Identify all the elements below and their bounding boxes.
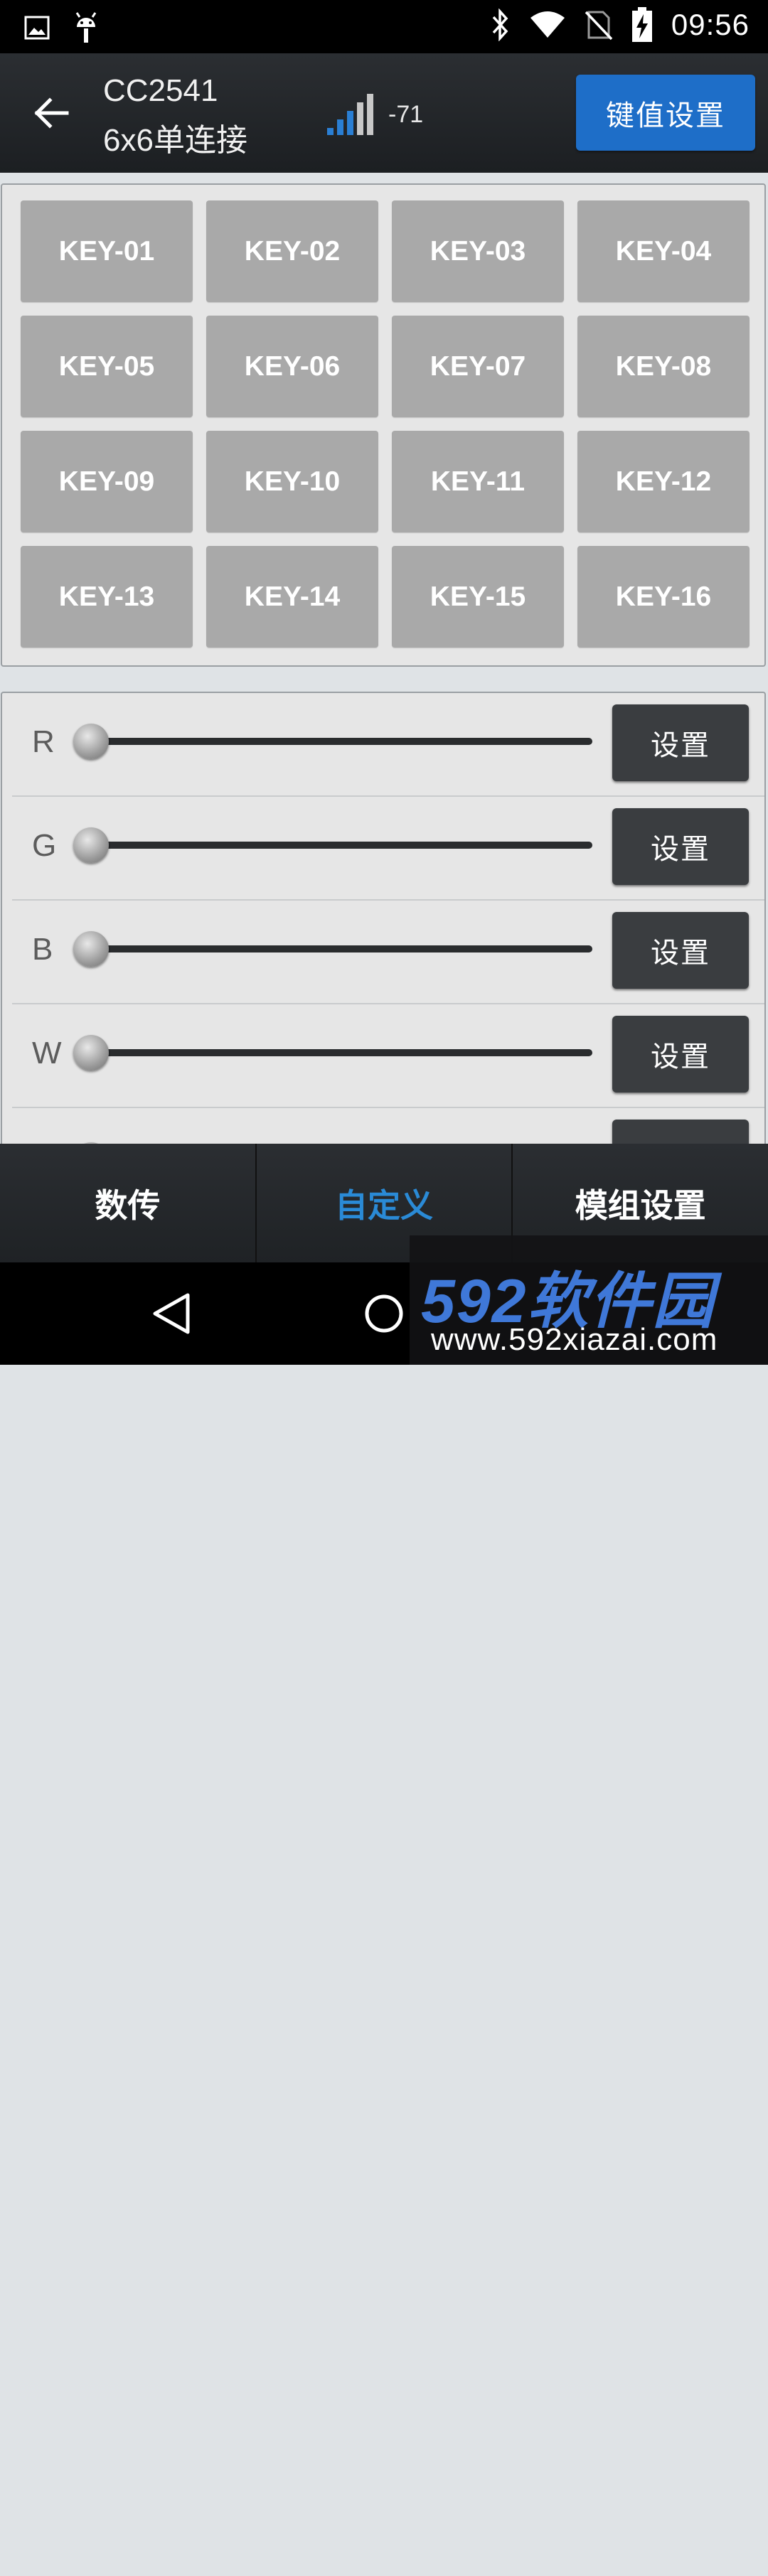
key-button[interactable]: KEY-02 — [206, 200, 378, 302]
set-button-w[interactable]: 设置 — [612, 1016, 749, 1093]
slider-label: G — [32, 828, 57, 863]
device-name: CC2541 — [103, 73, 218, 108]
status-time: 09:56 — [671, 8, 750, 41]
rssi-value: -71 — [388, 101, 424, 128]
key-button[interactable]: KEY-08 — [577, 316, 750, 417]
nav-back-icon[interactable] — [151, 2533, 193, 2576]
slider-row-b: B 设置 — [12, 901, 764, 1004]
slider-track-w[interactable] — [83, 1049, 592, 1056]
signal-strength-icon — [327, 94, 373, 135]
slider-label: R — [32, 724, 55, 759]
key-button[interactable]: KEY-07 — [392, 316, 564, 417]
key-button[interactable]: KEY-11 — [392, 431, 564, 532]
app-bar: CC2541 6x6单连接 -71 键值设置 — [0, 53, 768, 173]
key-button[interactable]: KEY-13 — [21, 546, 193, 648]
key-button[interactable]: KEY-09 — [21, 431, 193, 532]
tab-data-transfer[interactable]: 数传 — [0, 1144, 257, 1262]
slider-row-g: G 设置 — [12, 797, 764, 901]
key-button[interactable]: KEY-04 — [577, 200, 750, 302]
key-grid-panel: KEY-01 KEY-02 KEY-03 KEY-04 KEY-05 KEY-0… — [1, 183, 766, 667]
slider-track-b[interactable] — [83, 945, 592, 952]
slider-thumb-w[interactable] — [73, 1035, 109, 1070]
set-button-r[interactable]: 设置 — [612, 704, 749, 781]
slider-thumb-g[interactable] — [73, 827, 109, 863]
slider-label: W — [32, 1036, 62, 1070]
slider-thumb-b[interactable] — [73, 931, 109, 967]
status-bar: 09:56 — [0, 0, 768, 53]
battery-charging-icon — [631, 7, 652, 42]
slider-row-w: W 设置 — [12, 1004, 764, 1108]
key-button[interactable]: KEY-15 — [392, 546, 564, 648]
key-button[interactable]: KEY-16 — [577, 546, 750, 648]
nav-back-icon[interactable] — [151, 1292, 192, 1335]
wifi-icon — [530, 11, 565, 38]
no-sim-icon — [585, 11, 613, 41]
back-arrow-icon[interactable] — [30, 92, 73, 134]
key-button[interactable]: KEY-03 — [392, 200, 564, 302]
slider-row-r: R 设置 — [12, 693, 764, 797]
watermark-url: www.592xiazai.com — [431, 1322, 718, 1357]
key-button[interactable]: KEY-10 — [206, 431, 378, 532]
key-button[interactable]: KEY-01 — [21, 200, 193, 302]
connection-mode: 6x6单连接 — [103, 123, 247, 158]
slider-label: B — [32, 932, 53, 967]
slider-track-r[interactable] — [83, 738, 592, 745]
key-button[interactable]: KEY-14 — [206, 546, 378, 648]
key-button[interactable]: KEY-12 — [577, 431, 750, 532]
android-icon — [75, 12, 97, 43]
slider-thumb-r[interactable] — [73, 724, 109, 759]
nav-home-icon[interactable] — [364, 1294, 404, 1333]
image-icon — [24, 16, 50, 40]
bluetooth-icon — [492, 9, 508, 41]
set-button-b[interactable]: 设置 — [612, 912, 749, 989]
set-button-g[interactable]: 设置 — [612, 808, 749, 885]
slider-track-g[interactable] — [83, 842, 592, 849]
key-button[interactable]: KEY-05 — [21, 316, 193, 417]
key-setting-button[interactable]: 键值设置 — [576, 75, 755, 151]
rgbw-slider-panel: R 设置 G 设置 B 设置 W 设置 — [1, 692, 766, 1161]
key-button[interactable]: KEY-06 — [206, 316, 378, 417]
